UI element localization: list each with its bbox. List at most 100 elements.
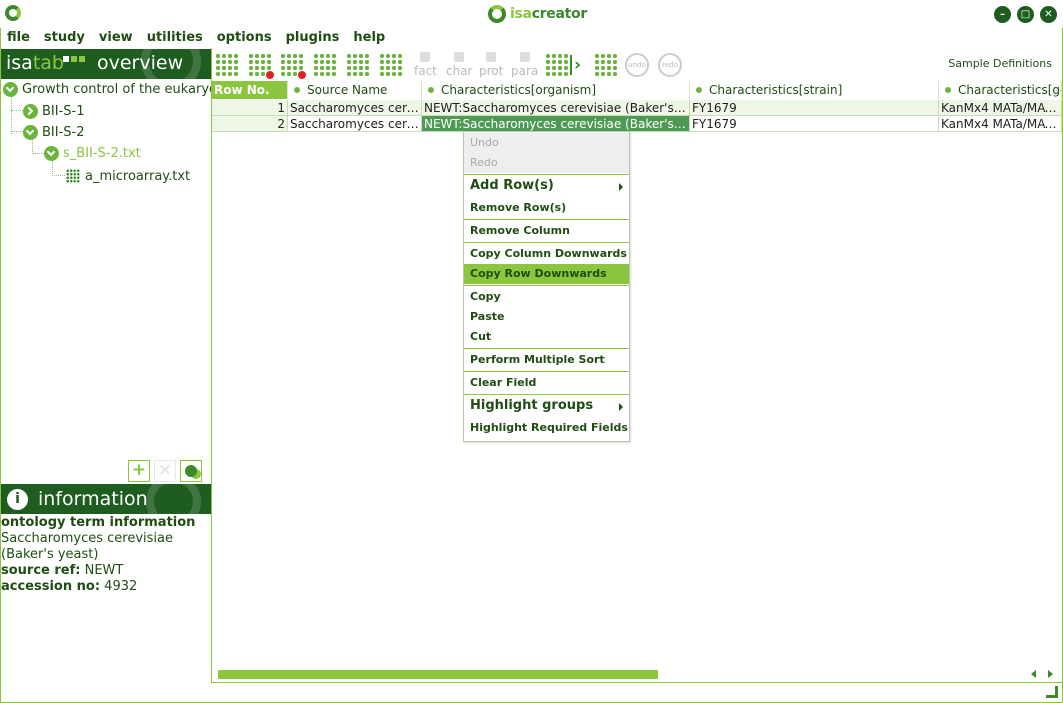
transpose-icon[interactable] (379, 53, 403, 77)
table-cell[interactable]: KanMx4 MATa/MATalpha (939, 116, 1062, 132)
minimize-button[interactable]: – (994, 6, 1011, 23)
table-cell[interactable]: KanMx4 MATa/MATalpha (939, 100, 1062, 116)
close-button[interactable]: ✕ (1040, 6, 1057, 23)
horizontal-scrollbar[interactable] (214, 668, 1061, 680)
column-dot-icon (945, 86, 951, 93)
expand-down-icon[interactable] (44, 145, 59, 161)
add-button[interactable]: + (128, 460, 150, 482)
delete-column-icon[interactable] (280, 53, 307, 80)
copy-row-icon[interactable] (346, 53, 370, 77)
submenu-arrow-icon (619, 183, 623, 191)
menu-utilities[interactable]: utilities (147, 28, 203, 48)
grid-view-icon[interactable] (545, 53, 569, 77)
remove-button[interactable]: × (154, 460, 176, 482)
menu-item-add-rows[interactable]: Add Row(s) (464, 176, 629, 196)
information-title: information (38, 488, 148, 510)
menu-item-paste[interactable]: Paste (464, 307, 629, 327)
tree-node-sample-file[interactable]: s_BII-S-2.txt (44, 144, 141, 162)
tree-node-label: s_BII-S-2.txt (63, 145, 141, 161)
window-title: isacreator (488, 4, 587, 24)
add-factor-button[interactable]: fact (414, 52, 437, 78)
resize-grip-icon[interactable] (1046, 686, 1058, 698)
tree-node-label: BII-S-1 (42, 103, 85, 119)
redo-button[interactable]: redo (658, 53, 682, 77)
info-term-line2: (Baker's yeast) (1, 547, 99, 562)
panel-divider (211, 48, 212, 683)
menu-item-cut[interactable]: Cut (464, 327, 629, 347)
spreadsheet-toolbar: fact char prot para › undo redo Sample D… (212, 49, 1062, 81)
tab-text: tab (32, 52, 64, 74)
banner-swirl-icon (141, 49, 201, 79)
tree-line (32, 153, 44, 154)
share-button[interactable] (180, 460, 202, 482)
menu-item-remove-column[interactable]: Remove Column (464, 221, 629, 241)
tree-node-label: Growth control of the eukaryote (22, 81, 211, 97)
add-characteristic-button[interactable]: char (446, 52, 473, 78)
toolbar-separator (570, 55, 572, 75)
menu-help[interactable]: help (353, 28, 385, 48)
tree-node-assay-file[interactable]: a_microarray.txt (66, 167, 190, 185)
menu-file[interactable]: file (7, 28, 30, 48)
menu-plugins[interactable]: plugins (286, 28, 340, 48)
add-parameter-button[interactable]: para (511, 52, 538, 78)
title-bar: isacreator – □ ✕ (0, 0, 1063, 28)
add-protocol-button[interactable]: prot (479, 52, 503, 78)
column-dot-icon (294, 86, 300, 93)
info-icon: i (7, 489, 28, 510)
expand-right-icon[interactable] (23, 103, 38, 119)
table-cell[interactable]: Saccharomyces cerevisiae (288, 100, 422, 116)
menu-item-undo[interactable]: Undo (464, 133, 629, 153)
column-header-organism[interactable]: Characteristics[organism] (422, 81, 690, 99)
tree-line (11, 131, 23, 132)
maximize-button[interactable]: □ (1017, 6, 1034, 23)
tree-toolbar: + × (128, 460, 202, 482)
copy-column-icon[interactable] (313, 53, 337, 77)
tree-line (52, 160, 53, 176)
assay-grid-icon[interactable] (594, 53, 618, 77)
menu-item-clear-field[interactable]: Clear Field (464, 373, 629, 393)
table-cell[interactable]: FY1679 (690, 116, 939, 132)
menu-item-highlight-groups[interactable]: Highlight groups (464, 396, 629, 416)
selected-table-cell[interactable]: NEWT:Saccharomyces cerevisiae (Baker's y… (422, 116, 690, 132)
table-cell[interactable]: FY1679 (690, 100, 939, 116)
menu-options[interactable]: options (217, 28, 272, 48)
add-row-icon[interactable] (215, 53, 239, 77)
scroll-right-icon[interactable] (1048, 670, 1053, 678)
nodes-icon (185, 465, 197, 477)
menu-item-copy-column-downwards[interactable]: Copy Column Downwards (464, 244, 629, 264)
scrollbar-thumb[interactable] (218, 670, 658, 679)
table-cell[interactable]: 2 (212, 116, 288, 132)
table-cell[interactable]: 1 (212, 100, 288, 116)
scroll-left-icon[interactable] (1031, 670, 1036, 678)
column-header-genotype[interactable]: Characteristics[ge (939, 81, 1062, 99)
menu-item-copy[interactable]: Copy (464, 287, 629, 307)
tree-node-label: a_microarray.txt (85, 168, 191, 184)
tree-node-study-2[interactable]: BII-S-2 (23, 123, 85, 141)
info-accession: accession no: 4932 (1, 579, 138, 594)
tree-node-label: BII-S-2 (42, 124, 85, 140)
expand-down-icon[interactable] (23, 124, 38, 140)
bottom-border (212, 682, 1062, 683)
tree-node-study-1[interactable]: BII-S-1 (23, 102, 85, 120)
menu-item-multiple-sort[interactable]: Perform Multiple Sort (464, 350, 629, 370)
column-header-row-no[interactable]: Row No. (212, 81, 288, 99)
undo-button[interactable]: undo (625, 53, 649, 77)
menu-item-redo[interactable]: Redo (464, 153, 629, 173)
tree-node-investigation[interactable]: Growth control of the eukaryote (3, 80, 211, 98)
chevron-right-icon[interactable]: › (574, 55, 581, 75)
table-cell[interactable]: NEWT:Saccharomyces cerevisiae (Baker's y… (422, 100, 690, 116)
menu-separator (464, 242, 629, 243)
tree-line (52, 175, 65, 176)
menu-item-highlight-required[interactable]: Highlight Required Fields (464, 418, 629, 438)
tree-line (11, 96, 12, 134)
delete-row-icon[interactable] (248, 53, 275, 80)
menu-study[interactable]: study (44, 28, 85, 48)
menu-separator (464, 285, 629, 286)
menu-item-copy-row-downwards[interactable]: Copy Row Downwards (464, 264, 629, 284)
expand-down-icon[interactable] (3, 81, 18, 97)
table-cell[interactable]: Saccharomyces cerevisiae (288, 116, 422, 132)
column-header-strain[interactable]: Characteristics[strain] (690, 81, 939, 99)
menu-view[interactable]: view (99, 28, 133, 48)
menu-item-remove-rows[interactable]: Remove Row(s) (464, 198, 629, 218)
column-header-source-name[interactable]: Source Name (288, 81, 422, 99)
